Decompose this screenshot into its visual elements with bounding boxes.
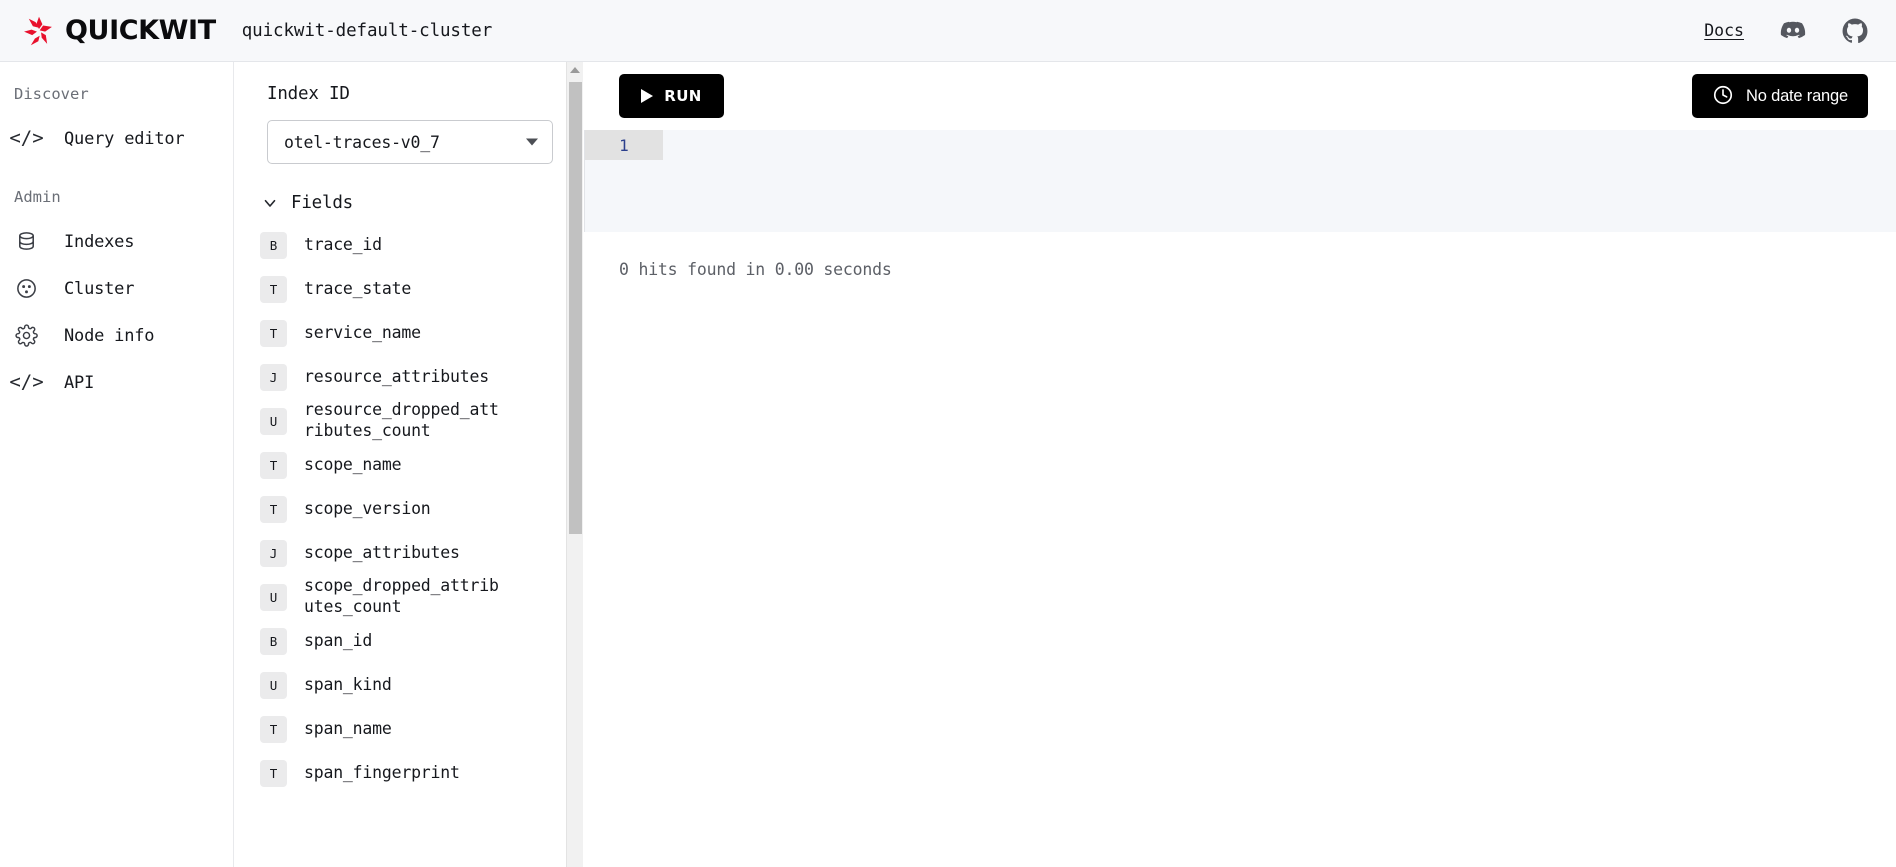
field-type-badge: U <box>260 671 287 699</box>
fields-section-header[interactable]: Fields <box>260 193 587 213</box>
query-editor[interactable]: 1 <box>584 130 1896 232</box>
field-name: scope_dropped_attributes_count <box>304 576 499 616</box>
code-brackets-icon: </> <box>9 127 44 149</box>
code-brackets-icon: </> <box>9 371 44 393</box>
fields-label: Fields <box>291 193 354 213</box>
sidebar-item-label: Cluster <box>64 278 135 299</box>
index-id-value: otel-traces-v0_7 <box>284 132 440 152</box>
list-item[interactable]: J resource_attributes <box>234 355 587 399</box>
query-input[interactable] <box>663 130 1896 232</box>
docs-link[interactable]: Docs <box>1704 21 1744 40</box>
brand[interactable]: QUICKWIT <box>22 14 216 48</box>
list-item[interactable]: T service_name <box>234 311 587 355</box>
field-name: span_kind <box>304 674 392 694</box>
sidebar-item-api[interactable]: </> API <box>0 359 233 406</box>
field-type-badge: B <box>260 231 287 259</box>
field-name: service_name <box>304 322 421 342</box>
list-item[interactable]: U span_kind <box>234 663 587 707</box>
nav-section-admin: Admin <box>14 188 61 206</box>
field-type-badge: U <box>260 583 287 611</box>
fields-panel-scrollbar[interactable] <box>566 62 583 867</box>
database-icon <box>14 229 39 254</box>
sidebar-item-cluster[interactable]: Cluster <box>0 265 233 312</box>
field-type-badge: T <box>260 275 287 303</box>
list-item[interactable]: U scope_dropped_attributes_count <box>234 575 587 619</box>
field-name: trace_id <box>304 234 382 254</box>
cluster-nodes-icon <box>14 276 39 301</box>
github-icon[interactable] <box>1842 18 1868 44</box>
list-item[interactable]: T scope_version <box>234 487 587 531</box>
scrollbar-thumb[interactable] <box>569 82 582 534</box>
clock-icon <box>1712 84 1734 109</box>
list-item[interactable]: J scope_attributes <box>234 531 587 575</box>
left-sidebar: Discover </> Query editor Admin Indexes … <box>0 62 234 867</box>
date-range-label: No date range <box>1746 86 1848 105</box>
discord-icon[interactable] <box>1780 18 1806 44</box>
header-actions: Docs <box>1704 18 1868 44</box>
field-type-badge: T <box>260 715 287 743</box>
field-name: trace_state <box>304 278 412 298</box>
nav-section-discover: Discover <box>14 85 89 103</box>
hits-status: 0 hits found in 0.00 seconds <box>619 260 892 279</box>
sidebar-item-node-info[interactable]: Node info <box>0 312 233 359</box>
sidebar-item-label: Indexes <box>64 231 135 252</box>
field-type-badge: U <box>260 407 287 435</box>
list-item[interactable]: B trace_id <box>234 223 587 267</box>
field-name: resource_dropped_attributes_count <box>304 400 499 440</box>
field-list: B trace_id T trace_state T service_name … <box>234 223 587 795</box>
field-name: span_name <box>304 718 392 738</box>
list-item[interactable]: T span_name <box>234 707 587 751</box>
field-name: scope_name <box>304 454 402 474</box>
cluster-name: quickwit-default-cluster <box>241 20 493 41</box>
index-id-select[interactable]: otel-traces-v0_7 <box>267 120 553 164</box>
chevron-down-icon <box>526 138 538 146</box>
field-name: scope_attributes <box>304 542 460 562</box>
field-name: scope_version <box>304 498 431 518</box>
list-item[interactable]: T span_fingerprint <box>234 751 587 795</box>
field-type-badge: T <box>260 451 287 479</box>
sidebar-item-label: API <box>64 372 95 393</box>
field-type-badge: T <box>260 319 287 347</box>
date-range-button[interactable]: No date range <box>1692 74 1868 118</box>
field-type-badge: J <box>260 539 287 567</box>
gear-icon <box>14 323 39 348</box>
list-item[interactable]: T trace_state <box>234 267 587 311</box>
brand-name: QUICKWIT <box>65 15 216 46</box>
sidebar-item-indexes[interactable]: Indexes <box>0 218 233 265</box>
field-type-badge: J <box>260 363 287 391</box>
index-id-label: Index ID <box>267 84 350 104</box>
list-item[interactable]: U resource_dropped_attributes_count <box>234 399 587 443</box>
line-number: 1 <box>619 135 629 155</box>
scroll-up-arrow-icon[interactable] <box>570 67 580 73</box>
list-item[interactable]: T scope_name <box>234 443 587 487</box>
field-type-badge: T <box>260 759 287 787</box>
sidebar-item-label: Query editor <box>64 128 185 149</box>
field-type-badge: B <box>260 627 287 655</box>
field-type-badge: T <box>260 495 287 523</box>
field-name: span_id <box>304 630 373 650</box>
play-triangle-icon <box>641 89 654 103</box>
quickwit-pinwheel-logo-icon <box>24 16 52 45</box>
run-button[interactable]: RUN <box>619 74 724 118</box>
sidebar-item-query-editor[interactable]: </> Query editor <box>0 115 233 162</box>
fields-panel: Index ID otel-traces-v0_7 Fields B trace… <box>234 62 588 867</box>
run-button-label: RUN <box>664 87 702 105</box>
field-name: resource_attributes <box>304 366 489 386</box>
query-toolbar: RUN No date range <box>584 62 1896 130</box>
main-content: RUN No date range 1 0 hits found in 0.00… <box>584 62 1896 867</box>
field-name: span_fingerprint <box>304 762 460 782</box>
app-header: QUICKWIT quickwit-default-cluster Docs <box>0 0 1896 62</box>
editor-line-gutter: 1 <box>585 130 663 160</box>
sidebar-item-label: Node info <box>64 325 155 346</box>
list-item[interactable]: B span_id <box>234 619 587 663</box>
chevron-down-icon <box>260 194 279 213</box>
